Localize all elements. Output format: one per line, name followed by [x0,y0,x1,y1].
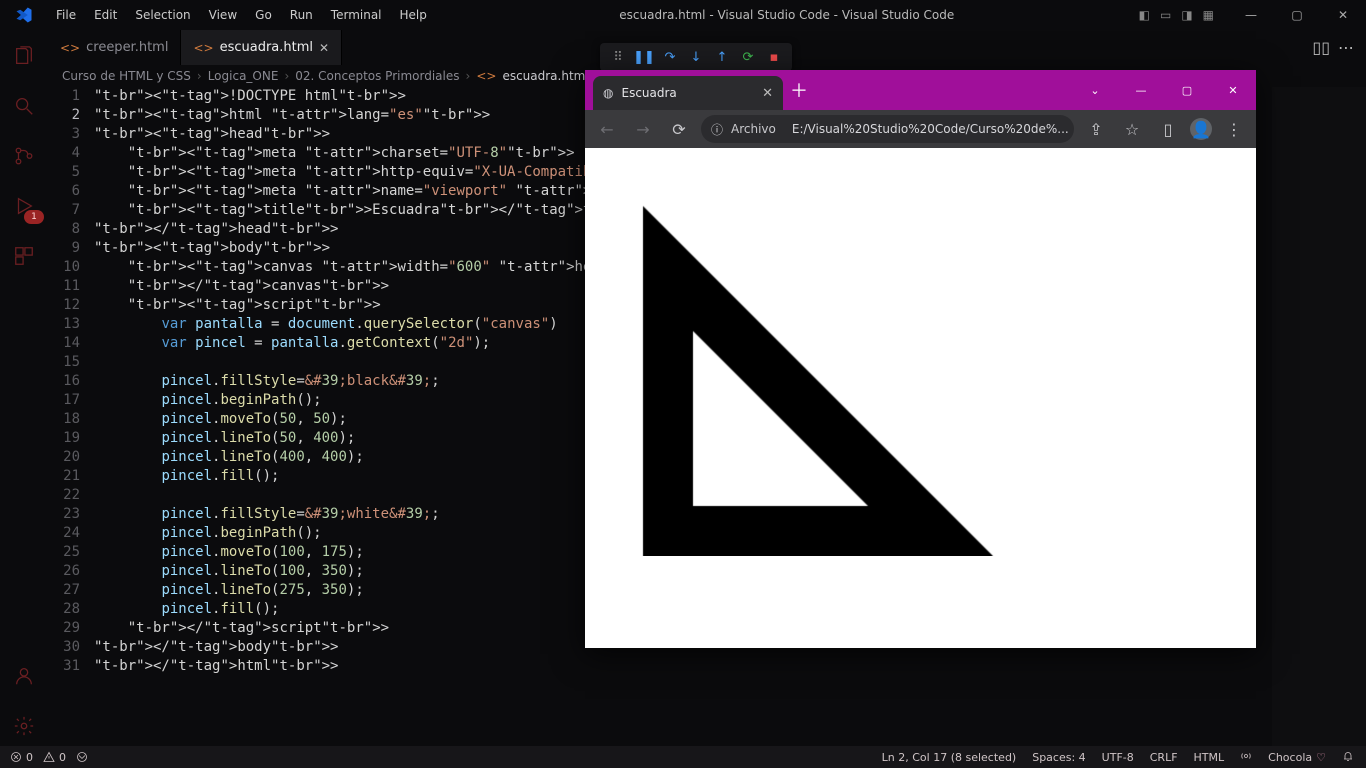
status-golive-icon[interactable] [1240,750,1252,765]
browser-tab[interactable]: ◍ Escuadra ✕ [593,76,783,110]
forward-button[interactable]: → [629,115,657,143]
maximize-button[interactable]: ▢ [1164,75,1210,105]
address-path: E:/Visual%20Studio%20Code/Curso%20de%... [792,122,1069,136]
toggle-panel-bottom-icon[interactable]: ▭ [1160,8,1171,22]
browser-tab-title: Escuadra [621,86,676,100]
status-encoding[interactable]: UTF-8 [1102,751,1134,764]
breadcrumb-item[interactable]: 02. Conceptos Primordiales [295,69,459,83]
browser-titlebar[interactable]: ◍ Escuadra ✕ ＋ ⌄ — ▢ ✕ [585,70,1256,110]
accounts-icon[interactable] [0,656,48,696]
globe-icon: ◍ [603,86,613,100]
status-eol[interactable]: CRLF [1150,751,1178,764]
debug-step-into-icon[interactable]: ↓ [688,49,704,65]
activity-bar [0,30,48,746]
menu-go[interactable]: Go [247,4,280,26]
info-icon[interactable]: ⓘ [711,121,723,138]
tab-label: creeper.html [86,40,168,55]
tab-creeper[interactable]: <> creeper.html [48,30,181,65]
profile-icon[interactable]: 👤 [1190,118,1212,140]
menu-terminal[interactable]: Terminal [323,4,390,26]
browser-viewport [585,148,1256,648]
menu-view[interactable]: View [201,4,245,26]
canvas-output [593,156,1193,556]
html-file-icon: <> [193,41,213,55]
menu-bar: File Edit Selection View Go Run Terminal… [48,4,435,26]
status-language[interactable]: HTML [1194,751,1225,764]
drag-handle-icon[interactable]: ⠿ [610,49,626,65]
html-file-icon: <> [60,41,80,55]
close-button[interactable]: ✕ [1320,0,1366,30]
status-extension[interactable]: Chocola ♡ [1268,751,1326,764]
minimize-button[interactable]: — [1228,0,1274,30]
status-spaces[interactable]: Spaces: 4 [1032,751,1085,764]
customize-layout-icon[interactable]: ▦ [1203,8,1214,22]
reload-button[interactable]: ⟳ [665,115,693,143]
browser-window: ◍ Escuadra ✕ ＋ ⌄ — ▢ ✕ ← → ⟳ ⓘ Archivo E… [585,70,1256,648]
minimize-button[interactable]: — [1118,75,1164,105]
extensions-icon[interactable] [0,236,48,276]
debug-step-out-icon[interactable]: ↑ [714,49,730,65]
chevron-down-icon[interactable]: ⌄ [1072,75,1118,105]
chevron-right-icon: › [197,69,202,83]
tab-close-icon[interactable]: ✕ [762,86,773,101]
more-icon[interactable]: ⋮ [1220,115,1248,143]
sidepanel-icon[interactable]: ▯ [1154,115,1182,143]
status-cursor[interactable]: Ln 2, Col 17 (8 selected) [882,751,1017,764]
menu-run[interactable]: Run [282,4,321,26]
status-notifications-icon[interactable] [1342,750,1354,765]
vscode-logo-icon [0,6,48,24]
tab-label: escuadra.html [220,40,313,55]
debug-toolbar[interactable]: ⠿ ❚❚ ↷ ↓ ↑ ⟳ ▪ [600,43,792,71]
settings-gear-icon[interactable] [0,706,48,746]
browser-window-controls: ⌄ — ▢ ✕ [1072,70,1256,110]
debug-step-over-icon[interactable]: ↷ [662,49,678,65]
status-warnings[interactable]: 0 [43,751,66,764]
minimap[interactable] [1272,87,1366,746]
line-gutter: 1234567891011121314151617181920212223242… [48,87,94,746]
menu-selection[interactable]: Selection [127,4,198,26]
status-errors[interactable]: 0 [10,751,33,764]
close-button[interactable]: ✕ [1210,75,1256,105]
layout-controls: ◧ ▭ ◨ ▦ [1139,8,1228,22]
status-bar: 0 0 Ln 2, Col 17 (8 selected) Spaces: 4 … [0,746,1366,768]
menu-file[interactable]: File [48,4,84,26]
source-control-icon[interactable] [0,136,48,176]
breadcrumb-item[interactable]: Curso de HTML y CSS [62,69,191,83]
address-bar[interactable]: ⓘ Archivo E:/Visual%20Studio%20Code/Curs… [701,115,1074,143]
html-file-icon: <> [476,69,496,83]
search-icon[interactable] [0,86,48,126]
address-scheme: Archivo [731,122,776,136]
browser-toolbar: ← → ⟳ ⓘ Archivo E:/Visual%20Studio%20Cod… [585,110,1256,148]
chevron-right-icon: › [466,69,471,83]
explorer-icon[interactable] [0,36,48,76]
split-editor-icon[interactable]: ▯▯ [1312,38,1330,57]
debug-restart-icon[interactable]: ⟳ [740,49,756,65]
share-icon[interactable]: ⇪ [1082,115,1110,143]
more-actions-icon[interactable]: ⋯ [1338,38,1354,57]
new-tab-button[interactable]: ＋ [783,70,815,110]
back-button[interactable]: ← [593,115,621,143]
breadcrumb-file[interactable]: escuadra.html [502,69,588,83]
titlebar: File Edit Selection View Go Run Terminal… [0,0,1366,30]
tab-escuadra[interactable]: <> escuadra.html ✕ [181,30,342,65]
run-debug-icon[interactable] [0,186,48,226]
toggle-panel-right-icon[interactable]: ◨ [1181,8,1192,22]
tab-close-icon[interactable]: ✕ [319,41,329,55]
toggle-panel-left-icon[interactable]: ◧ [1139,8,1150,22]
debug-pause-icon[interactable]: ❚❚ [636,49,652,65]
window-controls: — ▢ ✕ [1228,0,1366,30]
chevron-right-icon: › [284,69,289,83]
maximize-button[interactable]: ▢ [1274,0,1320,30]
status-ports-icon[interactable] [76,751,88,763]
editor-actions: ▯▯ ⋯ [1312,30,1366,65]
bookmark-icon[interactable]: ☆ [1118,115,1146,143]
menu-edit[interactable]: Edit [86,4,125,26]
window-title: escuadra.html - Visual Studio Code - Vis… [435,8,1139,22]
debug-stop-icon[interactable]: ▪ [766,49,782,65]
breadcrumb-item[interactable]: Logica_ONE [208,69,279,83]
menu-help[interactable]: Help [392,4,435,26]
